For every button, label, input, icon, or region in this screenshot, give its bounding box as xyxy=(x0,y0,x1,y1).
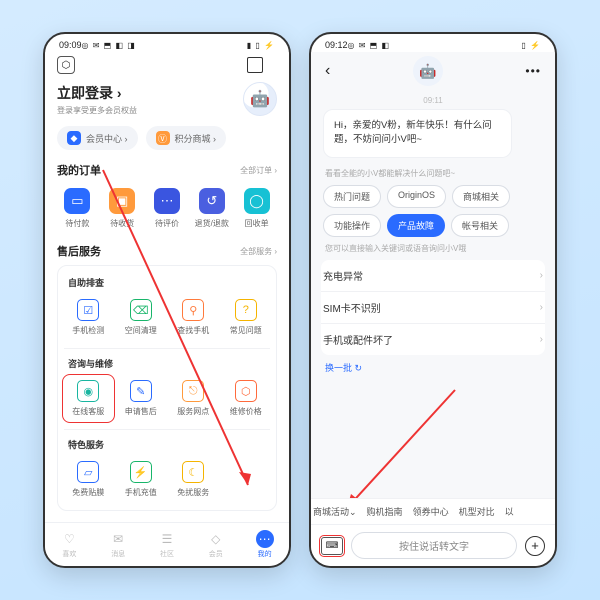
sug-coupon[interactable]: 领券中心 xyxy=(413,505,449,518)
voice-input[interactable]: 按住说话转文字 xyxy=(351,532,517,559)
bot-avatar: 🤖 xyxy=(413,56,443,86)
chip-account[interactable]: 帐号相关 xyxy=(451,214,509,237)
login-button[interactable]: 立即登录 › xyxy=(57,83,137,103)
diamond-icon: ◆ xyxy=(67,131,81,145)
faq-charge[interactable]: 充电异常› xyxy=(321,260,545,291)
orders-title: 我的订单 xyxy=(57,162,101,178)
service-card: 自助排查 ☑手机检测 ⌫空间清理 ⚲查找手机 ?常见问题 咨询与维修 ◉在线客服… xyxy=(57,265,277,511)
order-return[interactable]: ↺退货/退款 xyxy=(191,184,232,233)
self-check-title: 自助排查 xyxy=(68,276,270,289)
chat-content: ‹ 🤖 ••• 09:11 Hi，亲爱的V粉，新年快乐！有什么问题，不妨问问小V… xyxy=(311,52,555,498)
nav-community[interactable]: ☰社区 xyxy=(158,530,176,559)
self-space-clean[interactable]: ⌫空间清理 xyxy=(117,295,166,340)
orders-grid: ▭待付款 ▣待收货 ⋯待评价 ↺退货/退款 ◯回收单 xyxy=(57,184,277,233)
interact-title: 我的互动 xyxy=(57,521,101,522)
order-pending-review[interactable]: ⋯待评价 xyxy=(147,184,188,233)
pill-member-center[interactable]: ◆ 会员中心 › xyxy=(57,126,138,150)
faq-sim[interactable]: SIM卡不识别› xyxy=(321,292,545,323)
sug-mall-activity[interactable]: 商城活动⌄ xyxy=(313,505,357,518)
topic-chips: 热门问题 OriginOS 商城相关 功能操作 产品故障 帐号相关 xyxy=(323,185,543,237)
chip-fault[interactable]: 产品故障 xyxy=(387,214,445,237)
self-phone-check[interactable]: ☑手机检测 xyxy=(64,295,113,340)
settings-icon[interactable]: ⬡ xyxy=(57,56,75,74)
consult-online-service[interactable]: ◉在线客服 xyxy=(64,376,113,421)
order-recycle[interactable]: ◯回收单 xyxy=(236,184,277,233)
feature-dnd[interactable]: ☾免扰服务 xyxy=(169,457,218,502)
nav-me[interactable]: ⋯我的 xyxy=(256,530,274,559)
phone-left: 09:09 ◎ ✉ ⬒ ◧ ◨ ▮ ▯ ⚡ ⬡ 立即登录 › 登录享受更多会员权… xyxy=(43,32,291,568)
service-title: 售后服务 xyxy=(57,243,101,259)
consult-service-point[interactable]: ⎋服务网点 xyxy=(169,376,218,421)
suggestion-row: 商城活动⌄ 购机指南 领券中心 机型对比 以 xyxy=(311,498,555,524)
annotation-arrow-right xyxy=(335,380,475,498)
chip-hot[interactable]: 热门问题 xyxy=(323,185,381,208)
nav-like[interactable]: ♡喜欢 xyxy=(60,530,78,559)
status-icons-right: ▮ ▯ ⚡ xyxy=(247,41,275,50)
back-button[interactable]: ‹ xyxy=(325,62,330,80)
status-time-r: 09:12 xyxy=(325,40,348,50)
status-bar: 09:09 ◎ ✉ ⬒ ◧ ◨ ▮ ▯ ⚡ xyxy=(45,34,289,52)
consult-title: 咨询与维修 xyxy=(68,357,270,370)
status-icons-left: ◎ ✉ ⬒ ◧ ◨ xyxy=(82,41,136,50)
sug-guide[interactable]: 购机指南 xyxy=(367,505,403,518)
login-subtitle: 登录享受更多会员权益 xyxy=(57,105,137,116)
chevron-right-icon: › xyxy=(540,270,543,281)
nav-member[interactable]: ◇会员 xyxy=(207,530,225,559)
nav-msg[interactable]: ✉消息 xyxy=(109,530,127,559)
self-faq[interactable]: ?常见问题 xyxy=(222,295,271,340)
add-button[interactable]: + xyxy=(525,536,545,556)
status-icons-right-r: ▯ ⚡ xyxy=(521,41,541,50)
faq-broken[interactable]: 手机或配件坏了› xyxy=(321,324,545,355)
consult-repair-price[interactable]: ⬡维修价格 xyxy=(222,376,271,421)
phone-right: 09:12 ◎ ✉ ⬒ ◧ ▯ ⚡ ‹ 🤖 ••• 09:11 Hi，亲爱的V粉… xyxy=(309,32,557,568)
feature-recharge[interactable]: ⚡手机充值 xyxy=(117,457,166,502)
status-icons-left-r: ◎ ✉ ⬒ ◧ xyxy=(348,41,390,50)
more-button[interactable]: ••• xyxy=(525,64,541,78)
feature-free-film[interactable]: ▱免费贴膜 xyxy=(64,457,113,502)
status-bar-r: 09:12 ◎ ✉ ⬒ ◧ ▯ ⚡ xyxy=(311,34,555,52)
input-bar: ⌨ 按住说话转文字 + xyxy=(311,524,555,566)
status-time: 09:09 xyxy=(59,40,82,50)
order-pending-pay[interactable]: ▭待付款 xyxy=(57,184,98,233)
coin-icon: Ⓥ xyxy=(156,131,170,145)
greeting-bubble: Hi，亲爱的V粉，新年快乐！有什么问题，不妨问问小V吧~ xyxy=(323,109,512,158)
sug-compare[interactable]: 机型对比 xyxy=(459,505,495,518)
consult-apply-aftersale[interactable]: ✎申请售后 xyxy=(117,376,166,421)
chevron-right-icon: › xyxy=(540,334,543,345)
keyboard-toggle-icon[interactable]: ⌨ xyxy=(321,537,343,555)
orders-more[interactable]: 全部订单 › xyxy=(240,165,277,176)
feature-title: 特色服务 xyxy=(68,438,270,451)
order-pending-receive[interactable]: ▣待收货 xyxy=(102,184,143,233)
sug-more[interactable]: 以 xyxy=(505,505,514,518)
chip-function[interactable]: 功能操作 xyxy=(323,214,381,237)
content-left: ⬡ 立即登录 › 登录享受更多会员权益 🤖 ◆ 会员中心 › Ⓥ 积分商城 › xyxy=(45,52,289,522)
chat-timestamp: 09:11 xyxy=(323,96,543,105)
refresh-button[interactable]: 换一批 ↻ xyxy=(325,361,541,374)
self-find-phone[interactable]: ⚲查找手机 xyxy=(169,295,218,340)
pill-points-mall[interactable]: Ⓥ 积分商城 › xyxy=(146,126,227,150)
chip-mall[interactable]: 商城相关 xyxy=(452,185,510,208)
chevron-right-icon: › xyxy=(540,302,543,313)
chip-originos[interactable]: OriginOS xyxy=(387,185,446,208)
bottom-nav: ♡喜欢 ✉消息 ☰社区 ◇会员 ⋯我的 xyxy=(45,522,289,566)
hint-1: 看看全能的小V都能解决什么问题吧~ xyxy=(325,168,541,179)
hint-2: 您可以直接输入关键词或语音询问小V哦 xyxy=(325,243,541,254)
pill-points-label: 积分商城 › xyxy=(175,132,217,145)
pill-member-label: 会员中心 › xyxy=(86,132,128,145)
service-more[interactable]: 全部服务 › xyxy=(240,246,277,257)
avatar[interactable]: 🤖 xyxy=(243,82,277,116)
cart-icon[interactable] xyxy=(247,57,263,73)
